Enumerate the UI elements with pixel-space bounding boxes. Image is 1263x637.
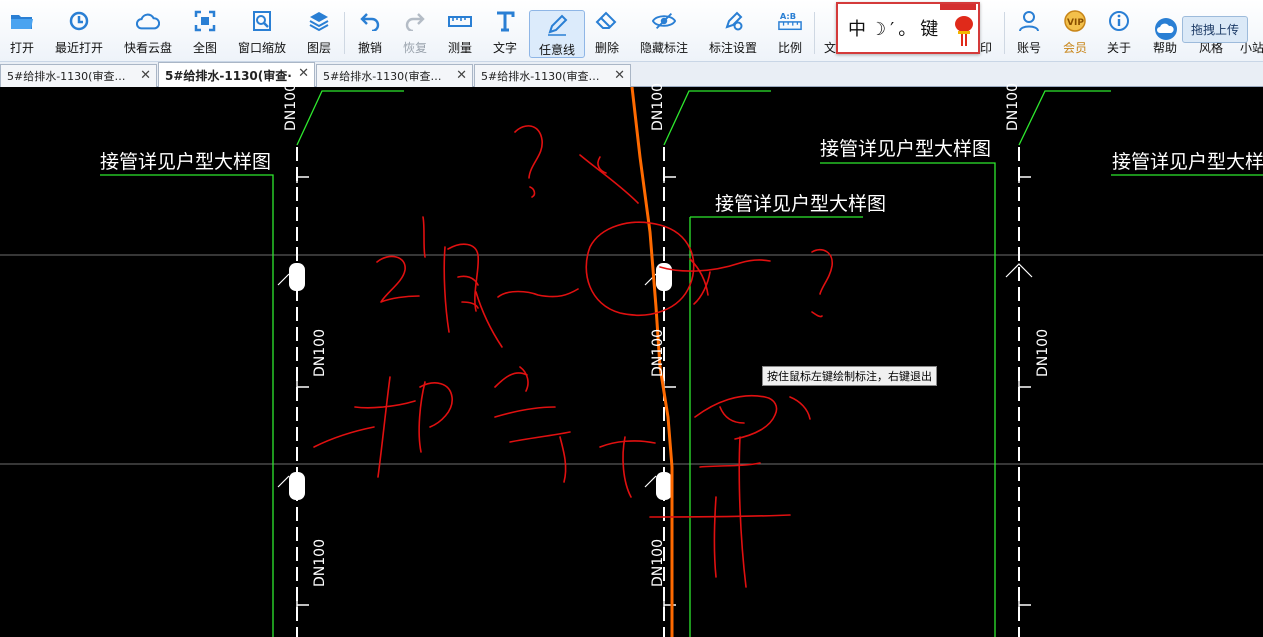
cad-drawing-canvas[interactable]: 接管详见户型大样图 接管详见户型大样图 接管详见户型大样图 接管详见户型大样图 …	[0, 83, 1263, 637]
scale-button[interactable]: A:B 比例	[774, 6, 806, 60]
pipe-size-label: DN100	[312, 539, 328, 587]
layers-label: 图层	[306, 41, 331, 55]
eye-icon	[652, 8, 676, 34]
svg-text:A:B: A:B	[780, 11, 796, 21]
text-button[interactable]: 文字	[488, 6, 522, 60]
tab-title: 5#给排水-1130(审查…	[481, 70, 600, 83]
layers-icon	[307, 8, 331, 34]
vip-label: 会员	[1062, 41, 1087, 55]
fit-all-button[interactable]: 全图	[188, 6, 222, 60]
tab-document-3[interactable]: 5#给排水-1130(审查… ✕	[316, 64, 473, 87]
pipe-size-label: DN100	[1005, 83, 1021, 131]
recent-open-button[interactable]: 最近打开	[52, 6, 106, 60]
undo-button[interactable]: 撤销	[353, 6, 387, 60]
tab-document-1[interactable]: 5#给排水-1130(审查… ✕	[0, 64, 157, 87]
ime-text: 中☽′。键	[848, 19, 943, 40]
close-icon[interactable]: ✕	[614, 68, 625, 83]
hide-annotations-button[interactable]: 隐藏标注	[636, 6, 692, 60]
tab-document-4[interactable]: 5#给排水-1130(审查… ✕	[474, 64, 631, 87]
close-icon[interactable]: ✕	[140, 68, 151, 83]
open-label: 打开	[9, 41, 34, 55]
recent-clock-icon	[67, 8, 91, 34]
delete-button[interactable]: 删除	[590, 6, 624, 60]
delete-label: 删除	[594, 41, 619, 55]
pipe-size-label: DN100	[650, 83, 666, 131]
ime-status-bar[interactable]: 中☽′。键	[836, 2, 980, 54]
scale-label: 比例	[777, 41, 802, 55]
folder-open-icon	[10, 8, 34, 34]
cloud-icon	[136, 8, 160, 34]
undo-icon	[358, 8, 382, 34]
text-label: 文字	[492, 41, 517, 55]
pipe-detail-label: 接管详见户型大样图	[820, 138, 992, 160]
text-partial-label: 文	[823, 41, 836, 55]
upload-cloud-icon	[1155, 18, 1177, 40]
pipe-size-label: DN100	[312, 329, 328, 377]
lantern-icon	[940, 4, 976, 46]
pipe-size-label: DN100	[1035, 329, 1051, 377]
eraser-icon	[595, 8, 619, 34]
freehand-line-label: 任意线	[538, 43, 575, 57]
drag-upload-label: 拖拽上传	[1182, 15, 1249, 43]
print-partial-button[interactable]: 印	[978, 6, 994, 60]
close-icon[interactable]: ✕	[298, 66, 309, 81]
info-icon	[1107, 8, 1131, 34]
cloud-drive-label: 快看云盘	[123, 41, 172, 55]
text-partial-button[interactable]: 文	[823, 6, 837, 60]
account-button[interactable]: 账号	[1012, 6, 1046, 60]
tab-title: 5#给排水-1130(审查…	[7, 70, 126, 83]
zoom-window-label: 窗口缩放	[237, 41, 286, 55]
annotation-settings-label: 标注设置	[708, 41, 757, 55]
document-tabs: 5#给排水-1130(审查… ✕ 5#给排水-1130(审查· ✕ 5#给排水-…	[0, 62, 1263, 87]
vip-icon: VIP	[1063, 8, 1087, 34]
annotation-settings-icon	[721, 8, 745, 34]
pipe-size-label: DN100	[283, 83, 299, 131]
drawing-hint-tooltip: 按住鼠标左键绘制标注，右键退出	[762, 366, 937, 386]
cloud-drive-button[interactable]: 快看云盘	[120, 6, 176, 60]
text-icon	[493, 8, 517, 34]
zoom-window-button[interactable]: 窗口缩放	[236, 6, 288, 60]
close-icon[interactable]: ✕	[456, 68, 467, 83]
vip-button[interactable]: VIP 会员	[1058, 6, 1092, 60]
print-partial-label: 印	[979, 41, 992, 55]
toolbar-divider	[814, 12, 815, 54]
annotation-settings-button[interactable]: 标注设置	[705, 6, 761, 60]
pipe-detail-label: 接管详见户型大样图	[100, 151, 272, 173]
hide-annotations-label: 隐藏标注	[639, 41, 688, 55]
about-button[interactable]: 关于	[1102, 6, 1136, 60]
undo-label: 撤销	[357, 41, 382, 55]
fit-all-label: 全图	[192, 41, 217, 55]
toolbar-divider	[1004, 12, 1005, 54]
freehand-line-button[interactable]: 任意线	[529, 10, 585, 58]
measure-label: 测量	[447, 41, 472, 55]
green-leader-lines	[100, 90, 1263, 637]
open-button[interactable]: 打开	[4, 6, 40, 60]
pipe-size-label: DN100	[650, 329, 666, 377]
measure-icon	[448, 8, 472, 34]
pipe-detail-label: 接管详见户型大样图	[715, 193, 887, 215]
print-partial-icon	[978, 8, 994, 34]
recent-open-label: 最近打开	[54, 41, 103, 55]
zoom-window-icon	[250, 8, 274, 34]
tab-title: 5#给排水-1130(审查·	[165, 68, 292, 83]
scale-icon: A:B	[778, 8, 802, 34]
pen-icon	[545, 13, 569, 36]
pipe-detail-label: 接管详见户型大样图	[1112, 151, 1263, 173]
about-label: 关于	[1106, 41, 1131, 55]
tab-title: 5#给排水-1130(审查…	[323, 70, 442, 83]
redo-button[interactable]: 恢复	[398, 6, 432, 60]
redo-label: 恢复	[402, 41, 427, 55]
svg-text:VIP: VIP	[1067, 18, 1084, 28]
measure-button[interactable]: 测量	[443, 6, 477, 60]
text-partial-icon	[823, 8, 837, 34]
user-icon	[1017, 8, 1041, 34]
drag-upload-button[interactable]: 拖拽上传	[1152, 14, 1260, 44]
toolbar-divider	[344, 12, 345, 54]
fit-all-icon	[193, 8, 217, 34]
account-label: 账号	[1016, 41, 1041, 55]
layers-button[interactable]: 图层	[302, 6, 336, 60]
pipe-size-label: DN100	[650, 539, 666, 587]
redo-icon	[403, 8, 427, 34]
main-toolbar: 打开 最近打开 快看云盘 全图 窗口缩放 图层 撤销 恢复 测量 文字 任意线 …	[0, 0, 1263, 62]
